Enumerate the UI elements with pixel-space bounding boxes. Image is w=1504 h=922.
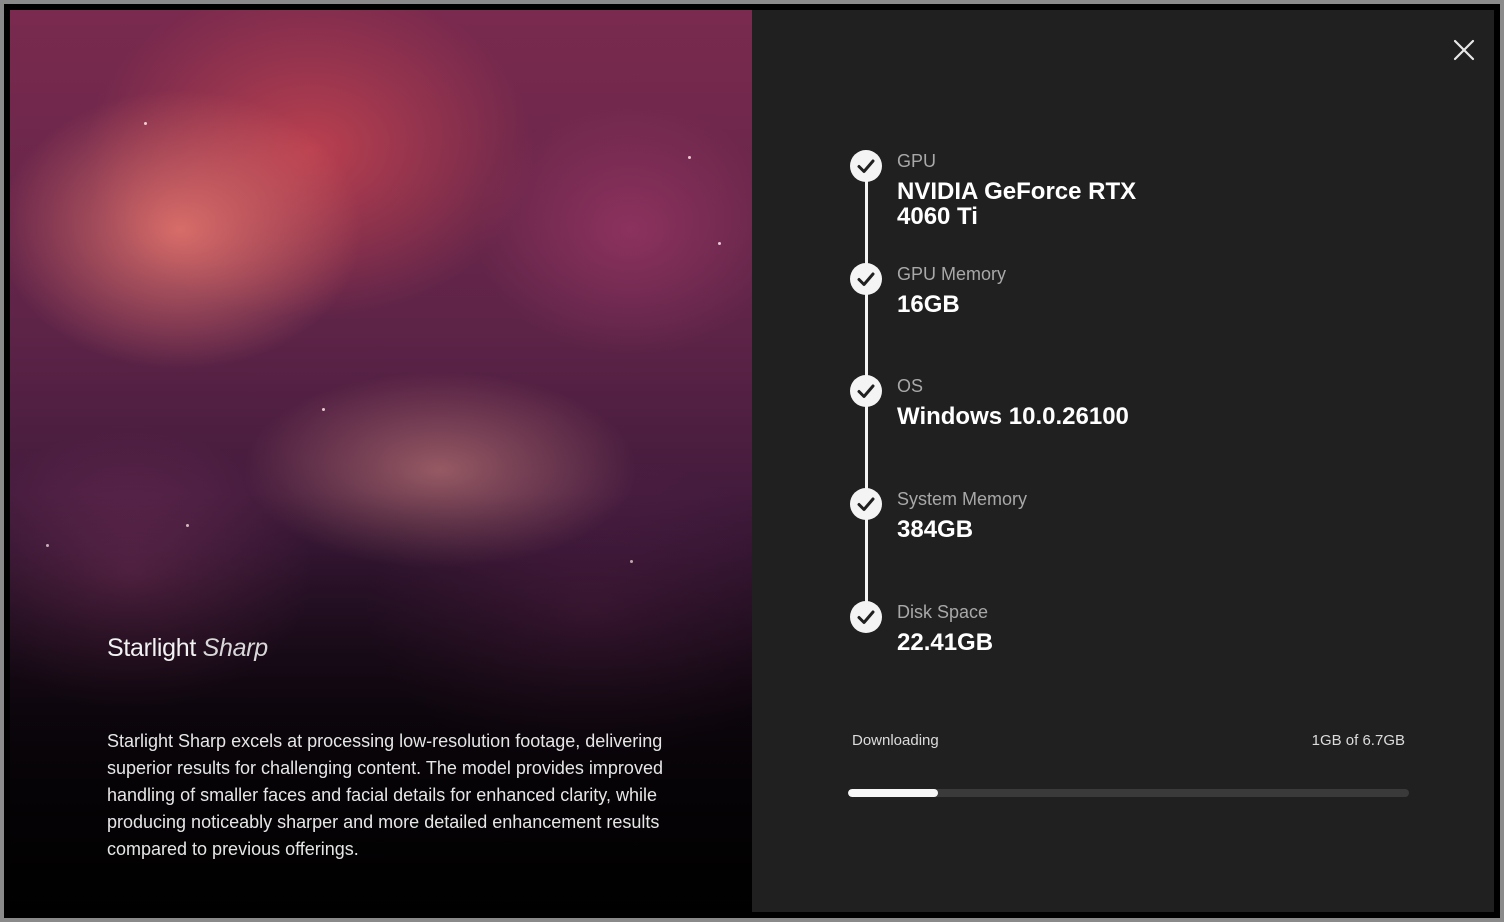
requirement-label: System Memory <box>897 489 1028 509</box>
requirement-value: 16GB <box>897 291 960 318</box>
checkmark-icon <box>850 488 882 520</box>
checkmark-icon <box>850 375 882 407</box>
requirement-label: GPU <box>897 151 937 171</box>
download-size: 1GB of 6.7GB <box>1311 732 1405 749</box>
requirement-value: NVIDIA GeForce RTX 4060 Ti <box>897 178 1137 230</box>
hero-image-panel: Starlight Sharp Starlight Sharp excels a… <box>10 10 752 912</box>
close-button[interactable] <box>1448 34 1480 66</box>
requirement-label: GPU Memory <box>897 264 1007 284</box>
model-download-dialog: Starlight Sharp Starlight Sharp excels a… <box>10 10 1494 912</box>
close-icon <box>1453 39 1475 61</box>
brand-name: Starlight <box>107 634 197 662</box>
download-progress-fill <box>848 789 938 797</box>
window-frame: Starlight Sharp Starlight Sharp excels a… <box>4 4 1500 918</box>
product-title: Starlight Sharp <box>107 634 268 663</box>
checkmark-icon <box>850 150 882 182</box>
requirement-value: 384GB <box>897 516 974 543</box>
download-status: Downloading <box>852 732 939 749</box>
checkmark-icon <box>850 601 882 633</box>
download-progress-bar <box>848 789 1409 797</box>
brand-style: Sharp <box>202 634 269 662</box>
requirement-label: OS <box>897 376 924 396</box>
star-sparkle <box>322 408 325 411</box>
checkmark-icon <box>850 263 882 295</box>
star-sparkle <box>144 122 147 125</box>
requirement-label: Disk Space <box>897 602 989 622</box>
product-description: Starlight Sharp excels at processing low… <box>107 731 663 859</box>
star-sparkle <box>688 156 691 159</box>
requirement-value: 22.41GB <box>897 629 994 656</box>
star-sparkle <box>718 242 721 245</box>
requirement-value: Windows 10.0.26100 <box>897 403 1129 430</box>
